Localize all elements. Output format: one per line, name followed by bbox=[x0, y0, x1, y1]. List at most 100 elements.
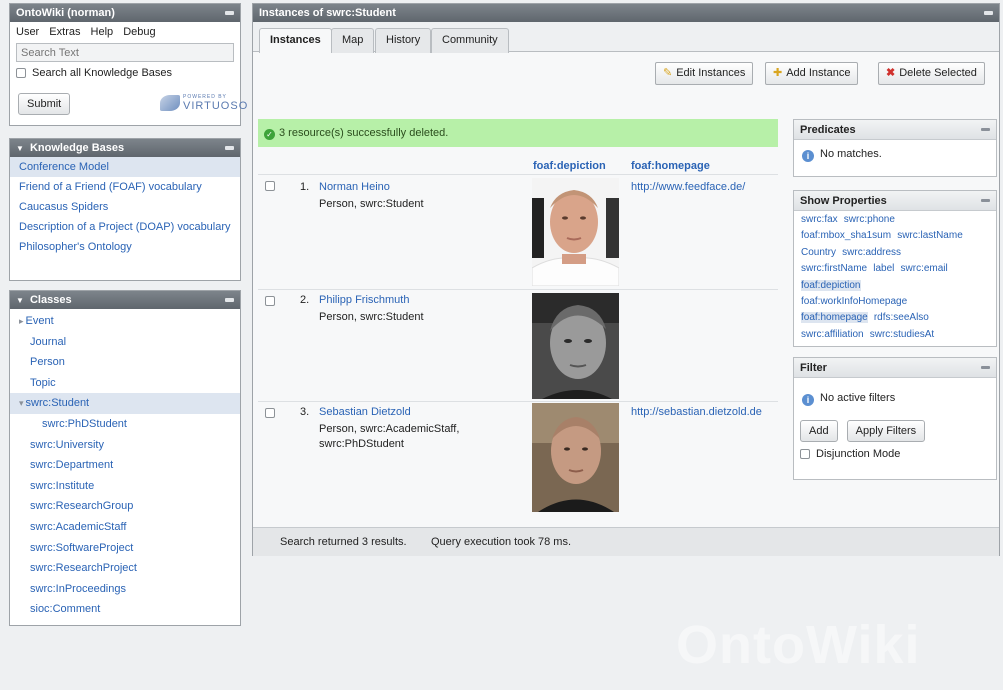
delete-selected-button[interactable]: ✖ Delete Selected bbox=[878, 62, 985, 85]
menu-debug[interactable]: Debug bbox=[123, 26, 155, 38]
kb-item-foaf[interactable]: Friend of a Friend (FOAF) vocabulary bbox=[10, 177, 240, 197]
success-message-text: 3 resource(s) successfully deleted. bbox=[279, 127, 449, 139]
depiction-photo[interactable] bbox=[532, 178, 619, 286]
menu-extras[interactable]: Extras bbox=[49, 26, 80, 38]
add-filter-button[interactable]: Add bbox=[800, 420, 838, 442]
menu-bar: User Extras Help Debug bbox=[10, 22, 240, 40]
instance-link[interactable]: Philipp Frischmuth bbox=[319, 294, 409, 306]
tab-map[interactable]: Map bbox=[331, 28, 375, 53]
row-number: 1. bbox=[300, 181, 310, 193]
property-rdfs-seealso[interactable]: rdfs:seeAlso bbox=[874, 312, 929, 323]
tab-instances[interactable]: Instances bbox=[259, 28, 332, 53]
disjunction-row: Disjunction Mode bbox=[794, 442, 996, 462]
minimize-icon[interactable] bbox=[981, 199, 990, 202]
class-item-swrc-university[interactable]: swrc:University bbox=[10, 435, 240, 456]
filter-title-text: Filter bbox=[800, 362, 827, 374]
predicates-message: i No matches. bbox=[794, 140, 996, 170]
depiction-photo[interactable] bbox=[532, 293, 619, 399]
add-instance-label: Add Instance bbox=[786, 67, 851, 79]
property-swrc-fax[interactable]: swrc:fax bbox=[801, 214, 838, 225]
menu-user[interactable]: User bbox=[16, 26, 39, 38]
property-swrc-phone[interactable]: swrc:phone bbox=[844, 214, 895, 225]
add-instance-button[interactable]: ✚ Add Instance bbox=[765, 62, 859, 85]
instance-types: swrc:PhDStudent bbox=[319, 438, 404, 450]
class-item-swrc-researchgroup[interactable]: swrc:ResearchGroup bbox=[10, 496, 240, 517]
minimize-icon[interactable] bbox=[225, 146, 234, 150]
class-item-sioc-comment[interactable]: sioc:Comment bbox=[10, 599, 240, 620]
property-foaf-mbox-sha1sum[interactable]: foaf:mbox_sha1sum bbox=[801, 230, 891, 241]
search-all-checkbox[interactable] bbox=[16, 68, 26, 78]
homepage-link[interactable]: http://sebastian.dietzold.de bbox=[631, 406, 762, 418]
class-item-swrc-student[interactable]: ▾ swrc:Student bbox=[10, 393, 240, 414]
kb-item-caucasus-spiders[interactable]: Caucasus Spiders bbox=[10, 197, 240, 217]
class-item-event[interactable]: ▸ Event bbox=[10, 311, 240, 332]
minimize-icon[interactable] bbox=[984, 11, 993, 15]
menu-help[interactable]: Help bbox=[91, 26, 114, 38]
class-item-swrc-institute[interactable]: swrc:Institute bbox=[10, 476, 240, 497]
delete-x-icon: ✖ bbox=[886, 67, 896, 79]
property-swrc-address[interactable]: swrc:address bbox=[842, 247, 901, 258]
class-item-swrc-academicstaff[interactable]: swrc:AcademicStaff bbox=[10, 517, 240, 538]
knowledge-bases-title-text: Knowledge Bases bbox=[29, 142, 125, 154]
minimize-icon[interactable] bbox=[225, 298, 234, 302]
results-count-text: Search returned 3 results. bbox=[280, 536, 407, 548]
class-item-swrc-researchproject[interactable]: swrc:ResearchProject bbox=[10, 558, 240, 579]
predicates-title-text: Predicates bbox=[800, 124, 856, 136]
row-divider bbox=[258, 401, 778, 402]
kb-item-doap[interactable]: Description of a Project (DOAP) vocabula… bbox=[10, 217, 240, 237]
tab-community[interactable]: Community bbox=[431, 28, 509, 53]
class-item-swrc-department[interactable]: swrc:Department bbox=[10, 455, 240, 476]
property-label[interactable]: label bbox=[873, 263, 894, 274]
minimize-icon[interactable] bbox=[225, 11, 234, 15]
row-checkbox[interactable] bbox=[265, 181, 275, 191]
edit-instances-button[interactable]: ✎ Edit Instances bbox=[655, 62, 754, 85]
class-item-swrc-phdstudent[interactable]: swrc:PhDStudent bbox=[10, 414, 240, 435]
info-icon: i bbox=[802, 150, 814, 162]
class-item-journal[interactable]: Journal bbox=[10, 332, 240, 353]
instance-link[interactable]: Sebastian Dietzold bbox=[319, 406, 411, 418]
submit-button[interactable]: Submit bbox=[18, 93, 71, 115]
row-number: 3. bbox=[300, 406, 310, 418]
property-foaf-depiction[interactable]: foaf:depiction bbox=[801, 279, 861, 291]
disjunction-mode-label: Disjunction Mode bbox=[816, 448, 901, 460]
minimize-icon[interactable] bbox=[981, 366, 990, 369]
instance-link[interactable]: Norman Heino bbox=[319, 181, 390, 193]
show-properties-title: Show Properties bbox=[794, 191, 996, 211]
property-swrc-affiliation[interactable]: swrc:affiliation bbox=[801, 329, 864, 340]
kb-item-conference-model[interactable]: Conference Model bbox=[10, 157, 240, 177]
tab-bar: Instances Map History Community bbox=[253, 22, 999, 53]
class-item-swrc-inproceedings[interactable]: swrc:InProceedings bbox=[10, 579, 240, 600]
property-swrc-studiesat[interactable]: swrc:studiesAt bbox=[870, 329, 934, 340]
column-header-homepage[interactable]: foaf:homepage bbox=[631, 160, 710, 172]
class-item-topic[interactable]: Topic bbox=[10, 373, 240, 394]
property-swrc-email[interactable]: swrc:email bbox=[901, 263, 948, 274]
property-foaf-workinfohomepage[interactable]: foaf:workInfoHomepage bbox=[801, 296, 907, 307]
depiction-photo[interactable] bbox=[532, 403, 619, 512]
class-item-swrc-softwareproject[interactable]: swrc:SoftwareProject bbox=[10, 538, 240, 559]
filter-panel: Filter i No active filters Add Apply Filt… bbox=[793, 357, 997, 480]
class-item-person[interactable]: Person bbox=[10, 352, 240, 373]
tab-history[interactable]: History bbox=[375, 28, 432, 53]
expanded-arrow-icon[interactable]: ▾ bbox=[19, 398, 24, 408]
row-number: 2. bbox=[300, 294, 310, 306]
kb-item-philosophers-ontology[interactable]: Philosopher's Ontology bbox=[10, 237, 240, 257]
class-label: Event bbox=[25, 315, 54, 327]
collapse-caret-icon[interactable]: ▼ bbox=[16, 296, 24, 305]
disjunction-mode-checkbox[interactable] bbox=[800, 449, 810, 459]
row-checkbox[interactable] bbox=[265, 408, 275, 418]
classes-title-text: Classes bbox=[29, 294, 72, 306]
search-input[interactable] bbox=[16, 43, 234, 62]
virtuoso-logo-icon bbox=[160, 95, 180, 111]
instance-types: Person, swrc:AcademicStaff, bbox=[319, 423, 460, 435]
apply-filters-button[interactable]: Apply Filters bbox=[846, 420, 926, 442]
property-country[interactable]: Country bbox=[801, 247, 836, 258]
property-swrc-firstname[interactable]: swrc:firstName bbox=[801, 263, 867, 274]
column-header-depiction[interactable]: foaf:depiction bbox=[533, 160, 606, 172]
collapse-caret-icon[interactable]: ▼ bbox=[16, 144, 24, 153]
minimize-icon[interactable] bbox=[981, 128, 990, 131]
row-checkbox[interactable] bbox=[265, 296, 275, 306]
homepage-link[interactable]: http://www.feedface.de/ bbox=[631, 181, 745, 193]
expand-arrow-icon[interactable]: ▸ bbox=[19, 316, 24, 326]
property-foaf-homepage[interactable]: foaf:homepage bbox=[801, 312, 868, 324]
property-swrc-lastname[interactable]: swrc:lastName bbox=[897, 230, 963, 241]
